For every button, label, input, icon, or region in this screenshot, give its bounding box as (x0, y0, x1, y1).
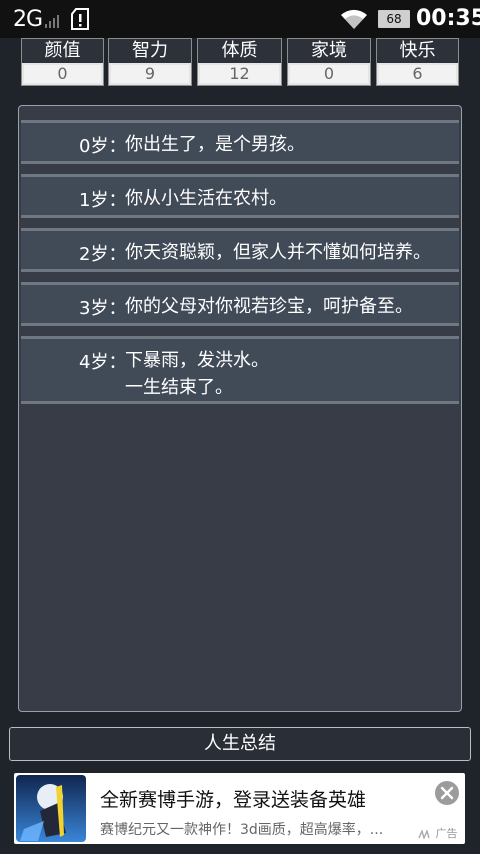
wifi-icon (341, 9, 367, 29)
ad-game-image[interactable] (16, 775, 86, 842)
log-text: 下暴雨，发洪水。 (125, 350, 269, 371)
alert-icon (71, 8, 89, 30)
log-age: 1岁： (79, 190, 127, 211)
ad-label: 广告 (418, 825, 458, 841)
life-summary-button[interactable]: 人生总结 (9, 727, 471, 761)
stat-label: 家境 (288, 39, 370, 63)
ad-title[interactable]: 全新赛博手游，登录送装备英雄 (100, 785, 366, 812)
log-age: 0岁： (79, 136, 127, 157)
log-entry: 1岁： 你从小生活在农村。 (21, 174, 459, 218)
log-age: 3岁： (79, 298, 127, 319)
ad-label-text: 广告 (435, 827, 458, 840)
ad-logo-icon (418, 828, 430, 840)
battery-icon: 68 (378, 10, 410, 28)
stat-appearance: 颜值 0 (21, 38, 104, 86)
life-simulator-screen: 2G 68 00:35 颜值 0 智力 9 体质 12 家境 0 快乐 6 0岁… (0, 0, 480, 854)
ad-description[interactable]: 赛博纪元又一款神作！3d画质，超高爆率，... (100, 819, 383, 839)
stat-value: 12 (200, 65, 279, 83)
log-text: 你天资聪颖，但家人并不懂如何培养。 (125, 242, 431, 263)
log-entry: 4岁： 下暴雨，发洪水。 一生结束了。 (21, 336, 459, 404)
stat-label: 体质 (198, 39, 281, 63)
log-text-continued: 一生结束了。 (125, 377, 233, 398)
log-entry: 3岁： 你的父母对你视若珍宝，呵护备至。 (21, 282, 459, 326)
stat-label: 颜值 (22, 39, 103, 63)
stat-value: 0 (290, 65, 368, 83)
stat-value: 6 (379, 65, 456, 83)
stat-family: 家境 0 (287, 38, 371, 86)
log-text: 你的父母对你视若珍宝，呵护备至。 (125, 296, 413, 317)
log-age: 4岁： (79, 352, 127, 373)
stat-value: 9 (111, 65, 189, 83)
stat-label: 快乐 (377, 39, 458, 63)
ad-banner[interactable]: 全新赛博手游，登录送装备英雄 赛博纪元又一款神作！3d画质，超高爆率，... 广… (14, 773, 465, 844)
stat-constitution: 体质 12 (197, 38, 282, 86)
close-icon[interactable] (435, 781, 459, 805)
signal-icon (45, 15, 59, 28)
log-entry: 2岁： 你天资聪颖，但家人并不懂如何培养。 (21, 228, 459, 272)
log-text: 你出生了，是个男孩。 (125, 134, 305, 155)
stat-intelligence: 智力 9 (108, 38, 192, 86)
log-text: 你从小生活在农村。 (125, 188, 287, 209)
life-log-panel[interactable]: 0岁： 你出生了，是个男孩。 1岁： 你从小生活在农村。 2岁： 你天资聪颖，但… (18, 105, 462, 712)
stat-happiness: 快乐 6 (376, 38, 459, 86)
log-age: 2岁： (79, 244, 127, 265)
network-type: 2G (13, 7, 43, 32)
clock: 00:35 (416, 6, 480, 31)
stat-label: 智力 (109, 39, 191, 63)
log-entry: 0岁： 你出生了，是个男孩。 (21, 120, 459, 164)
status-bar: 2G 68 00:35 (0, 0, 480, 38)
stat-value: 0 (24, 65, 101, 83)
